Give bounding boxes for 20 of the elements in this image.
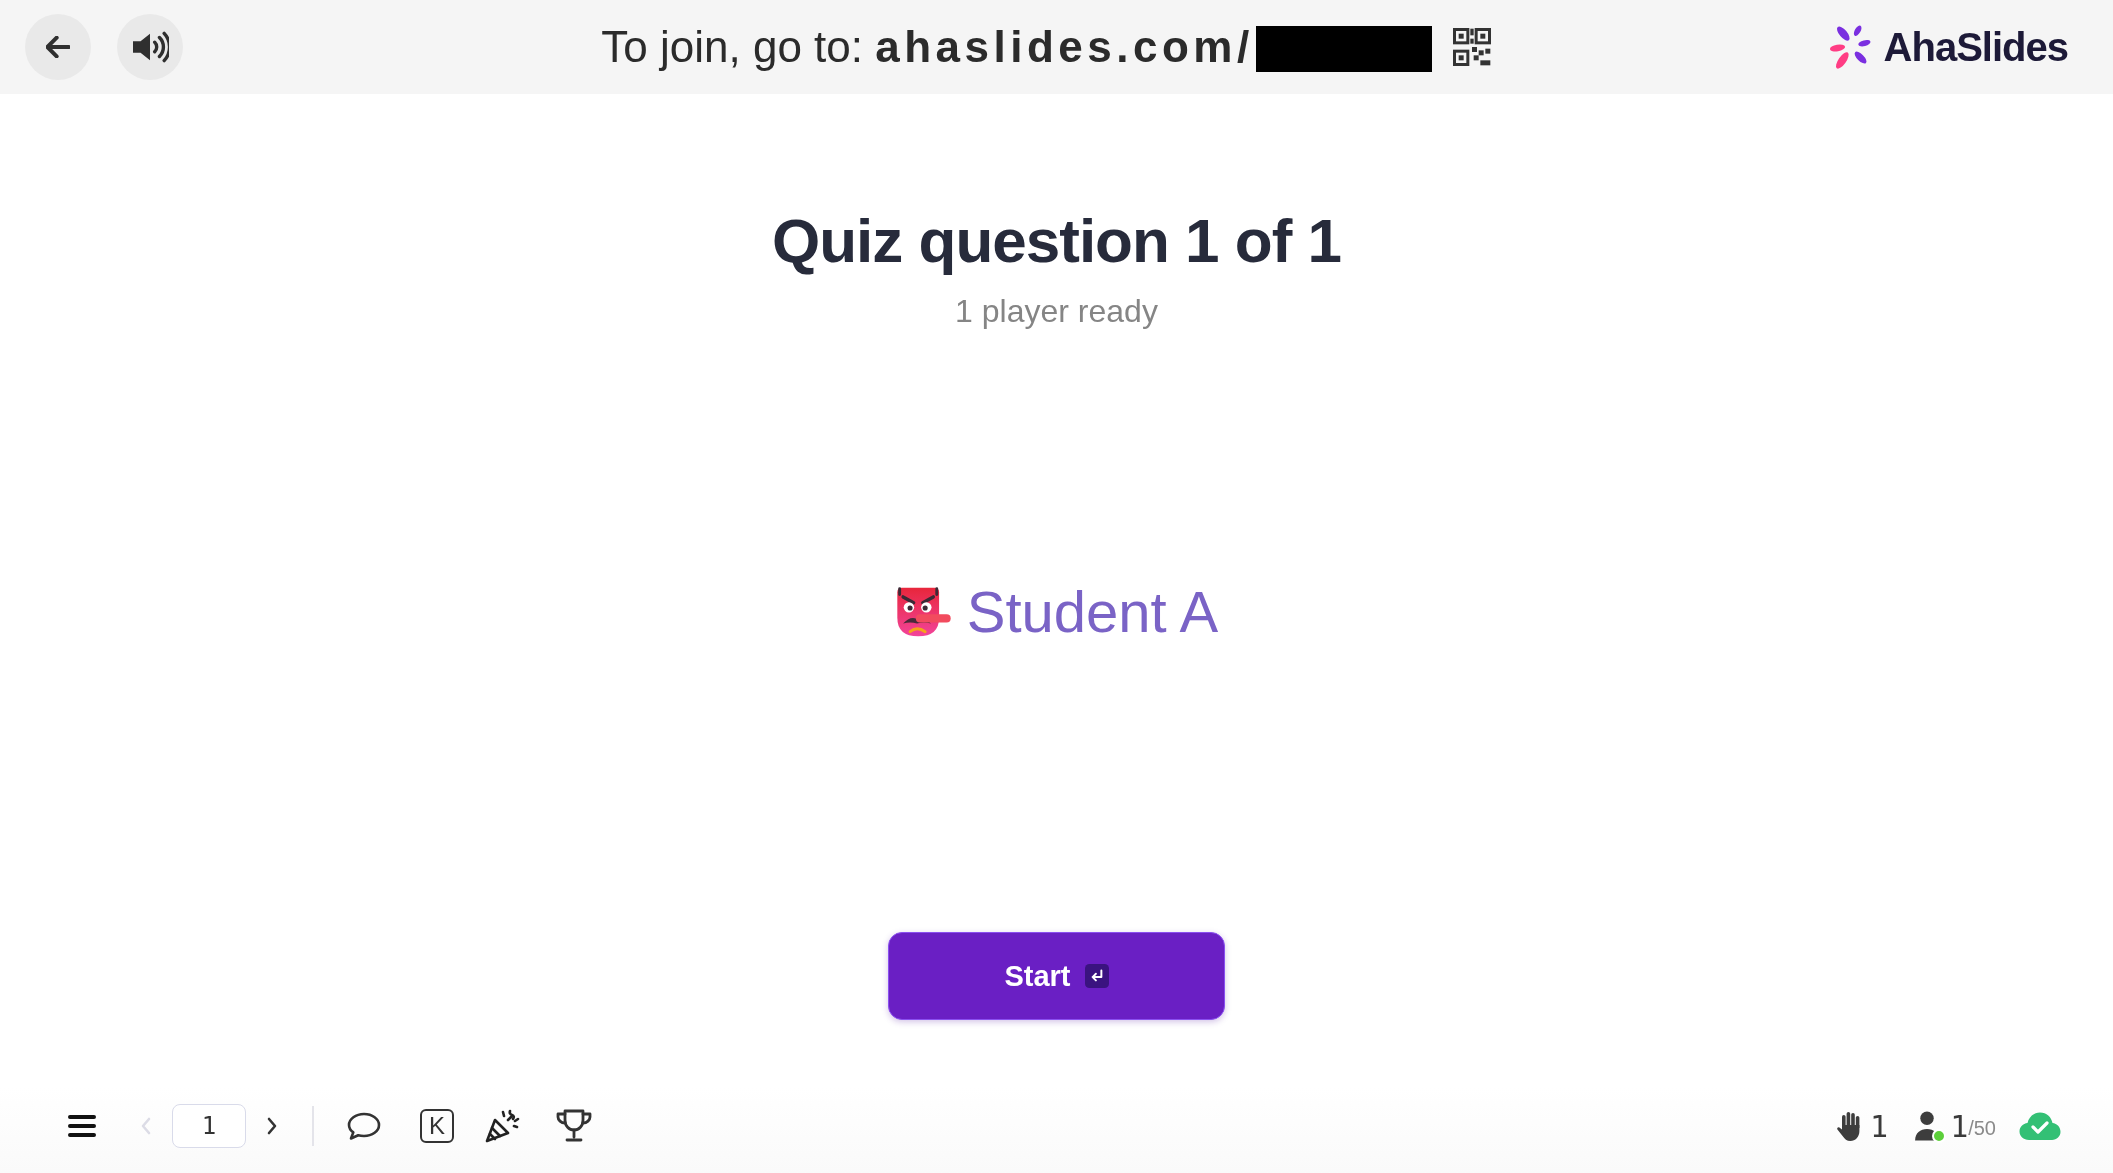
back-arrow-icon — [46, 36, 70, 58]
page-number-field[interactable]: 1 — [172, 1104, 246, 1148]
qr-code-icon[interactable] — [1451, 27, 1492, 67]
trophy-icon[interactable] — [554, 1108, 594, 1144]
party-popper-icon[interactable] — [484, 1108, 520, 1144]
brand-name: AhaSlides — [1883, 24, 2068, 70]
menu-icon[interactable] — [67, 1114, 97, 1138]
start-button[interactable]: Start — [888, 932, 1225, 1021]
speaker-icon — [131, 30, 169, 64]
quiz-title: Quiz question 1 of 1 — [772, 205, 1341, 277]
participant-limit: /50 — [1968, 1116, 1996, 1140]
participant-count: 1 — [1950, 1108, 1969, 1144]
join-instructions: To join, go to: ahaslides.com/ — [601, 22, 1254, 72]
chat-bubble-icon[interactable] — [346, 1111, 382, 1141]
keyboard-shortcut-button[interactable]: K — [420, 1109, 454, 1143]
enter-key-icon — [1084, 964, 1109, 989]
chevron-right-icon[interactable] — [266, 1116, 278, 1136]
raised-hands-count: 1 — [1870, 1108, 1889, 1144]
player-name: Student A — [966, 577, 1219, 646]
players-ready-count: 1 player ready — [955, 292, 1158, 331]
